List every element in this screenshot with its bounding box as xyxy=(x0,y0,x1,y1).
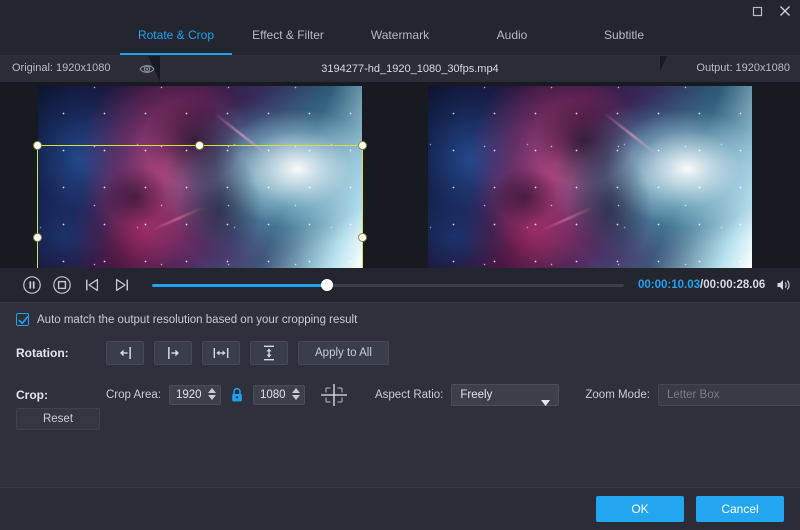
dialog-footer: OK Cancel xyxy=(0,487,800,530)
time-display: 00:00:10.03/00:00:28.06 xyxy=(638,279,765,291)
crop-height-spinner-arrows[interactable] xyxy=(292,388,300,400)
zoom-mode-select: Letter Box xyxy=(658,384,800,406)
source-video-stars xyxy=(38,86,362,270)
next-frame-icon[interactable] xyxy=(110,273,134,297)
rotation-label: Rotation: xyxy=(16,346,106,360)
crop-label: Crop: xyxy=(16,388,106,402)
preview-info-bar: Original: 1920x1080 3194277-hd_1920_1080… xyxy=(0,56,800,82)
tab-watermark-label: Watermark xyxy=(371,28,429,42)
video-editor-dialog: Rotate & Crop Effect & Filter Watermark … xyxy=(0,0,800,530)
zoom-mode-value: Letter Box xyxy=(659,389,719,401)
crop-handle-middle-left[interactable] xyxy=(33,233,42,242)
playback-controls: 00:00:10.03/00:00:28.06 xyxy=(0,268,800,302)
crop-handle-top-right[interactable] xyxy=(358,141,367,150)
options-panel: Auto match the output resolution based o… xyxy=(0,302,800,489)
tab-watermark[interactable]: Watermark xyxy=(344,22,456,55)
lock-icon[interactable] xyxy=(229,386,245,404)
crop-height-input[interactable] xyxy=(254,389,296,401)
file-name-label: 3194277-hd_1920_1080_30fps.mp4 xyxy=(321,63,498,75)
stop-icon[interactable] xyxy=(50,273,74,297)
file-name-tab: 3194277-hd_1920_1080_30fps.mp4 xyxy=(160,56,660,82)
previous-frame-icon[interactable] xyxy=(80,273,104,297)
ok-button[interactable]: OK xyxy=(596,496,684,522)
aspect-ratio-select[interactable]: Freely xyxy=(451,384,559,406)
aspect-ratio-value: Freely xyxy=(452,389,492,401)
volume-icon[interactable] xyxy=(775,276,795,294)
crop-height-stepper[interactable] xyxy=(253,385,305,405)
output-video-stars xyxy=(428,86,752,270)
flip-horizontal-icon[interactable] xyxy=(202,341,240,365)
tab-effect-filter[interactable]: Effect & Filter xyxy=(232,22,344,55)
maximize-icon[interactable] xyxy=(748,3,766,19)
flip-vertical-icon[interactable] xyxy=(250,341,288,365)
tab-rotate-crop[interactable]: Rotate & Crop xyxy=(120,22,232,55)
preview-area: Original: 1920x1080 3194277-hd_1920_1080… xyxy=(0,56,800,303)
reset-button[interactable]: Reset xyxy=(16,408,100,430)
aspect-ratio-label: Aspect Ratio: xyxy=(375,389,443,401)
tab-effect-filter-label: Effect & Filter xyxy=(252,28,324,42)
tab-audio[interactable]: Audio xyxy=(456,22,568,55)
rotate-left-icon[interactable] xyxy=(106,341,144,365)
rotation-row: Rotation: xyxy=(16,341,389,365)
crop-width-spinner-arrows[interactable] xyxy=(208,388,216,400)
tab-rotate-crop-label: Rotate & Crop xyxy=(138,28,214,42)
crop-handle-top-left[interactable] xyxy=(33,141,42,150)
output-video-preview[interactable] xyxy=(428,86,752,270)
tab-subtitle[interactable]: Subtitle xyxy=(568,22,680,55)
crop-handle-middle-right[interactable] xyxy=(358,233,367,242)
reset-row: Reset xyxy=(16,408,100,430)
rotate-right-icon[interactable] xyxy=(154,341,192,365)
window-controls xyxy=(748,3,794,19)
title-bar xyxy=(0,0,800,22)
current-time-label: 00:00:10.03 xyxy=(638,279,700,291)
output-resolution-label: Output: 1920x1080 xyxy=(696,62,790,74)
auto-match-label: Auto match the output resolution based o… xyxy=(37,314,357,326)
center-crosshair-icon[interactable] xyxy=(319,382,349,408)
crop-width-stepper[interactable] xyxy=(169,385,221,405)
apply-to-all-button[interactable]: Apply to All xyxy=(298,341,389,365)
pause-icon[interactable] xyxy=(20,273,44,297)
close-icon[interactable] xyxy=(776,3,794,19)
crop-handle-top-center[interactable] xyxy=(195,141,204,150)
cancel-button[interactable]: Cancel xyxy=(696,496,784,522)
total-time-label: 00:00:28.06 xyxy=(703,279,765,291)
source-video-preview[interactable] xyxy=(38,86,362,270)
footer-buttons: OK Cancel xyxy=(596,496,784,522)
crop-width-input[interactable] xyxy=(170,389,212,401)
seek-handle[interactable] xyxy=(321,279,333,291)
seek-progress-fill xyxy=(152,284,327,287)
auto-match-checkbox[interactable] xyxy=(16,313,29,326)
auto-match-row: Auto match the output resolution based o… xyxy=(16,313,357,326)
active-tab-underline xyxy=(120,53,232,55)
seek-bar[interactable] xyxy=(152,278,624,292)
tab-bar: Rotate & Crop Effect & Filter Watermark … xyxy=(0,22,800,56)
chevron-down-icon xyxy=(541,393,550,411)
original-resolution-label: Original: 1920x1080 xyxy=(12,62,110,74)
tab-audio-label: Audio xyxy=(497,28,528,42)
tab-subtitle-label: Subtitle xyxy=(604,28,644,42)
zoom-mode-label: Zoom Mode: xyxy=(585,389,650,401)
crop-row: Crop: Crop Area: xyxy=(16,382,800,408)
crop-area-label: Crop Area: xyxy=(106,389,161,401)
eye-icon[interactable] xyxy=(138,61,156,77)
